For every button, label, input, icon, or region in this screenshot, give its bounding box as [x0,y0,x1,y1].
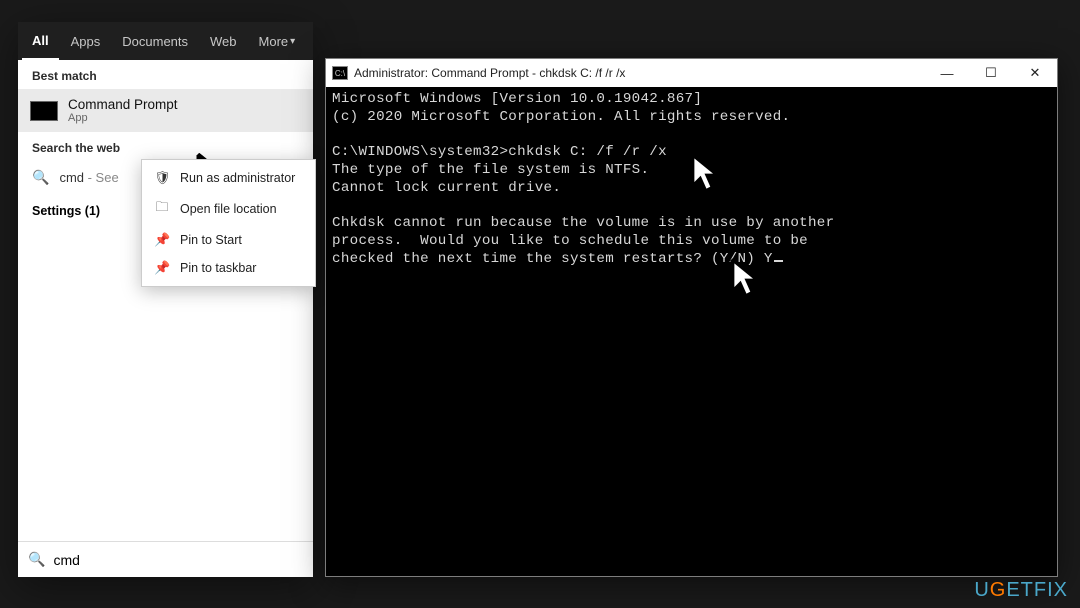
menu-pin-to-start-label: Pin to Start [180,233,242,247]
context-menu: 🛡 Run as administrator 🗀 Open file locat… [141,159,316,287]
menu-open-file-location-label: Open file location [180,202,277,216]
console-line: Microsoft Windows [Version 10.0.19042.86… [332,91,702,107]
menu-pin-to-taskbar[interactable]: 📌 Pin to taskbar [142,254,315,282]
shield-icon: 🛡 [154,170,170,186]
text-cursor [774,260,783,262]
console-output[interactable]: Microsoft Windows [Version 10.0.19042.86… [326,87,1057,576]
watermark: UGETFIX [974,579,1068,602]
window-title: Administrator: Command Prompt - chkdsk C… [354,66,625,80]
tab-more-label: More [259,34,289,49]
tab-apps[interactable]: Apps [61,22,111,60]
maximize-button[interactable]: ☐ [969,59,1013,87]
console-answer: Y [764,251,773,267]
search-web-header: Search the web [18,132,313,161]
chevron-down-icon: ▾ [290,36,295,47]
titlebar[interactable]: C:\ Administrator: Command Prompt - chkd… [326,59,1057,87]
search-input-bar: 🔍 [18,541,313,577]
web-result-suffix: - See [84,170,119,185]
window-controls: — ☐ ✕ [925,59,1057,87]
tab-web[interactable]: Web [200,22,247,60]
tab-all[interactable]: All [22,22,59,60]
folder-icon: 🗀 [154,198,170,220]
tab-documents[interactable]: Documents [112,22,198,60]
console-prompt: C:\WINDOWS\system32> [332,144,508,160]
tab-more[interactable]: More ▾ [249,22,306,60]
search-tabs: All Apps Documents Web More ▾ [18,22,313,60]
command-prompt-icon [30,101,58,121]
watermark-pre: U [974,579,989,601]
search-input[interactable] [53,552,303,568]
cmd-window: C:\ Administrator: Command Prompt - chkd… [325,58,1058,577]
menu-run-as-admin[interactable]: 🛡 Run as administrator [142,164,315,192]
pin-icon: 📌 [154,232,170,248]
minimize-button[interactable]: — [925,59,969,87]
search-panel: All Apps Documents Web More ▾ Best match… [18,22,313,577]
close-button[interactable]: ✕ [1013,59,1057,87]
console-line: (c) 2020 Microsoft Corporation. All righ… [332,109,790,125]
watermark-mid: G [990,579,1007,601]
console-line: Chkdsk cannot run because the volume is … [332,215,834,231]
pin-icon: 📌 [154,260,170,276]
menu-open-file-location[interactable]: 🗀 Open file location [142,192,315,226]
result-subtitle: App [68,112,178,124]
console-line: Cannot lock current drive. [332,180,561,196]
result-title: Command Prompt [68,97,178,112]
console-line: checked the next time the system restart… [332,251,764,267]
console-line: process. Would you like to schedule this… [332,233,808,249]
menu-pin-to-start[interactable]: 📌 Pin to Start [142,226,315,254]
search-icon: 🔍 [28,551,45,568]
search-icon: 🔍 [32,169,49,186]
menu-run-as-admin-label: Run as administrator [180,171,295,185]
watermark-post: ETFIX [1006,579,1068,601]
console-line: The type of the file system is NTFS. [332,162,649,178]
cmd-icon: C:\ [332,66,348,80]
web-result-prefix: cmd [59,170,84,185]
console-command: chkdsk C: /f /r /x [508,144,667,160]
menu-pin-to-taskbar-label: Pin to taskbar [180,261,256,275]
best-match-header: Best match [18,60,313,89]
result-command-prompt[interactable]: Command Prompt App [18,89,313,132]
